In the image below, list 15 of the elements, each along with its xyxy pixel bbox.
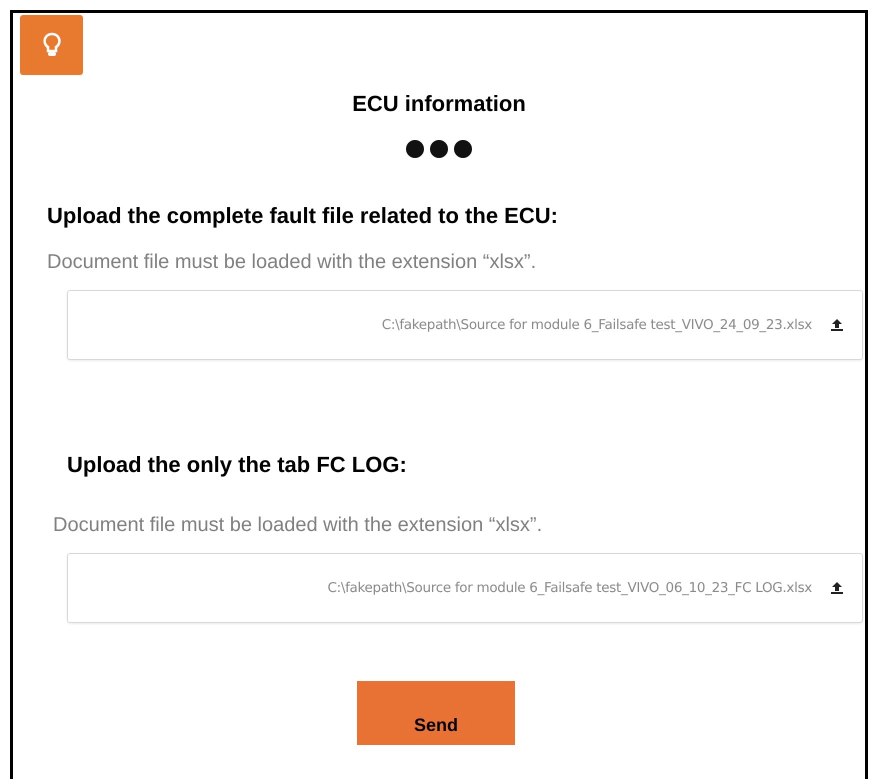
- file-path: C:\fakepath\Source for module 6_Failsafe test_VIVO_24_09_23.xlsx: [382, 317, 812, 333]
- hint-text: Document file must be loaded with the extension “xlsx”.: [53, 514, 544, 537]
- hint-text: Document file must be loaded with the extension “xlsx”.: [47, 251, 538, 274]
- section-heading: Upload the only the tab FC LOG:: [67, 452, 408, 478]
- lightbulb-button[interactable]: [20, 15, 83, 75]
- send-button[interactable]: Send: [357, 681, 515, 745]
- file-input-field[interactable]: C:\fakepath\Source for module 6_Failsafe test_VIVO_24_09_23.xlsx: [67, 290, 863, 360]
- section-heading: Upload the complete fault file related to the ECU:: [47, 203, 559, 229]
- upload-icon[interactable]: [830, 581, 844, 595]
- lightbulb-icon: [42, 32, 60, 58]
- upload-icon[interactable]: [830, 318, 844, 332]
- page-title: ECU information: [351, 91, 527, 117]
- file-path: C:\fakepath\Source for module 6_Failsafe test_VIVO_06_10_23_FC LOG.xlsx: [327, 580, 812, 596]
- file-input-field[interactable]: C:\fakepath\Source for module 6_Failsafe test_VIVO_06_10_23_FC LOG.xlsx: [67, 553, 863, 623]
- dots-icon: [405, 139, 473, 159]
